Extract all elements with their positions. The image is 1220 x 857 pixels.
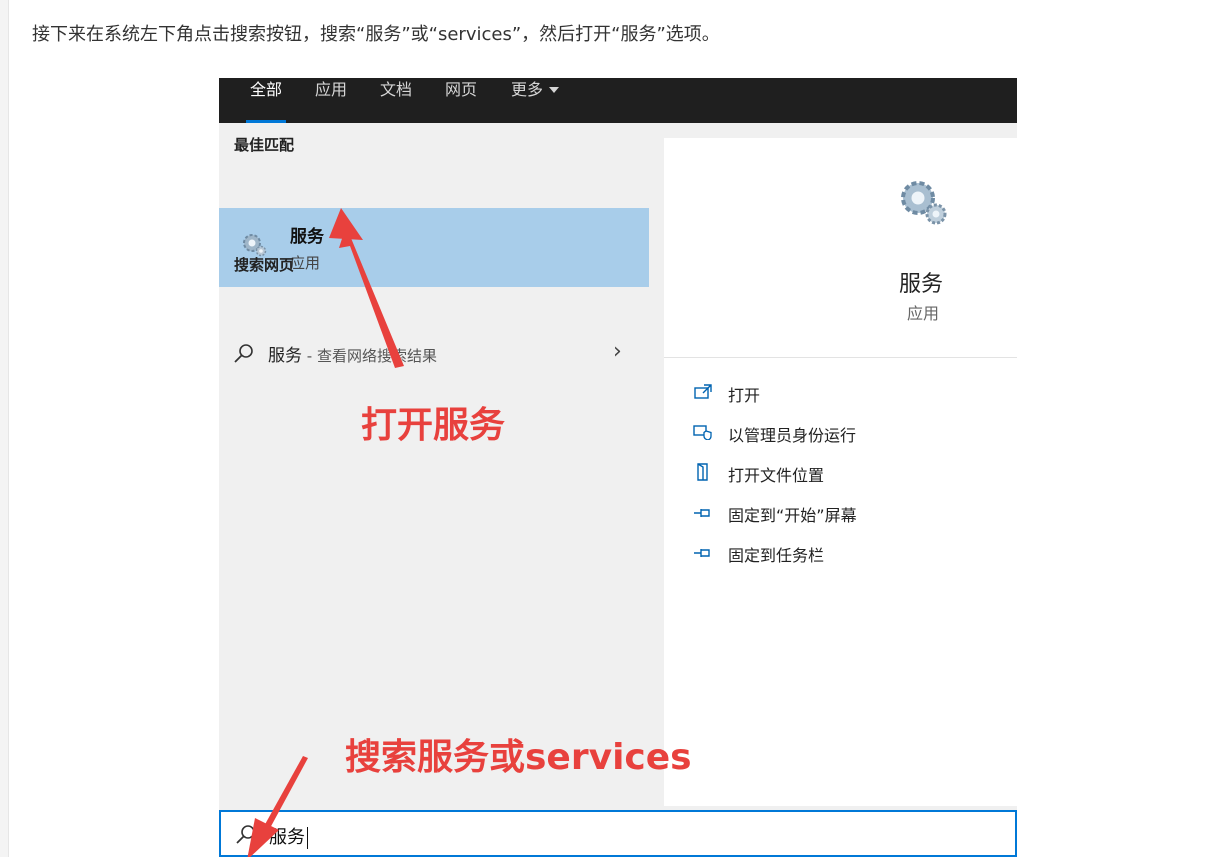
arrow-to-search-box-head xyxy=(247,818,279,857)
arrow-to-search-box xyxy=(263,756,308,830)
intro-paragraph: 接下来在系统左下角点击搜索按钮，搜索“服务”或“services”，然后打开“服… xyxy=(32,24,720,45)
annotation-search-hint: 搜索服务或services xyxy=(345,737,692,778)
arrow-to-best-match xyxy=(339,226,404,368)
annotation-open-service: 打开服务 xyxy=(361,405,506,446)
page-left-border xyxy=(0,0,9,857)
arrow-to-best-match-head xyxy=(329,208,363,240)
windows-search-screenshot: 全部 应用 文档 网页 更多 最佳匹配 服务 应用 搜索网页 服务 - 查看网络… xyxy=(219,78,1017,857)
